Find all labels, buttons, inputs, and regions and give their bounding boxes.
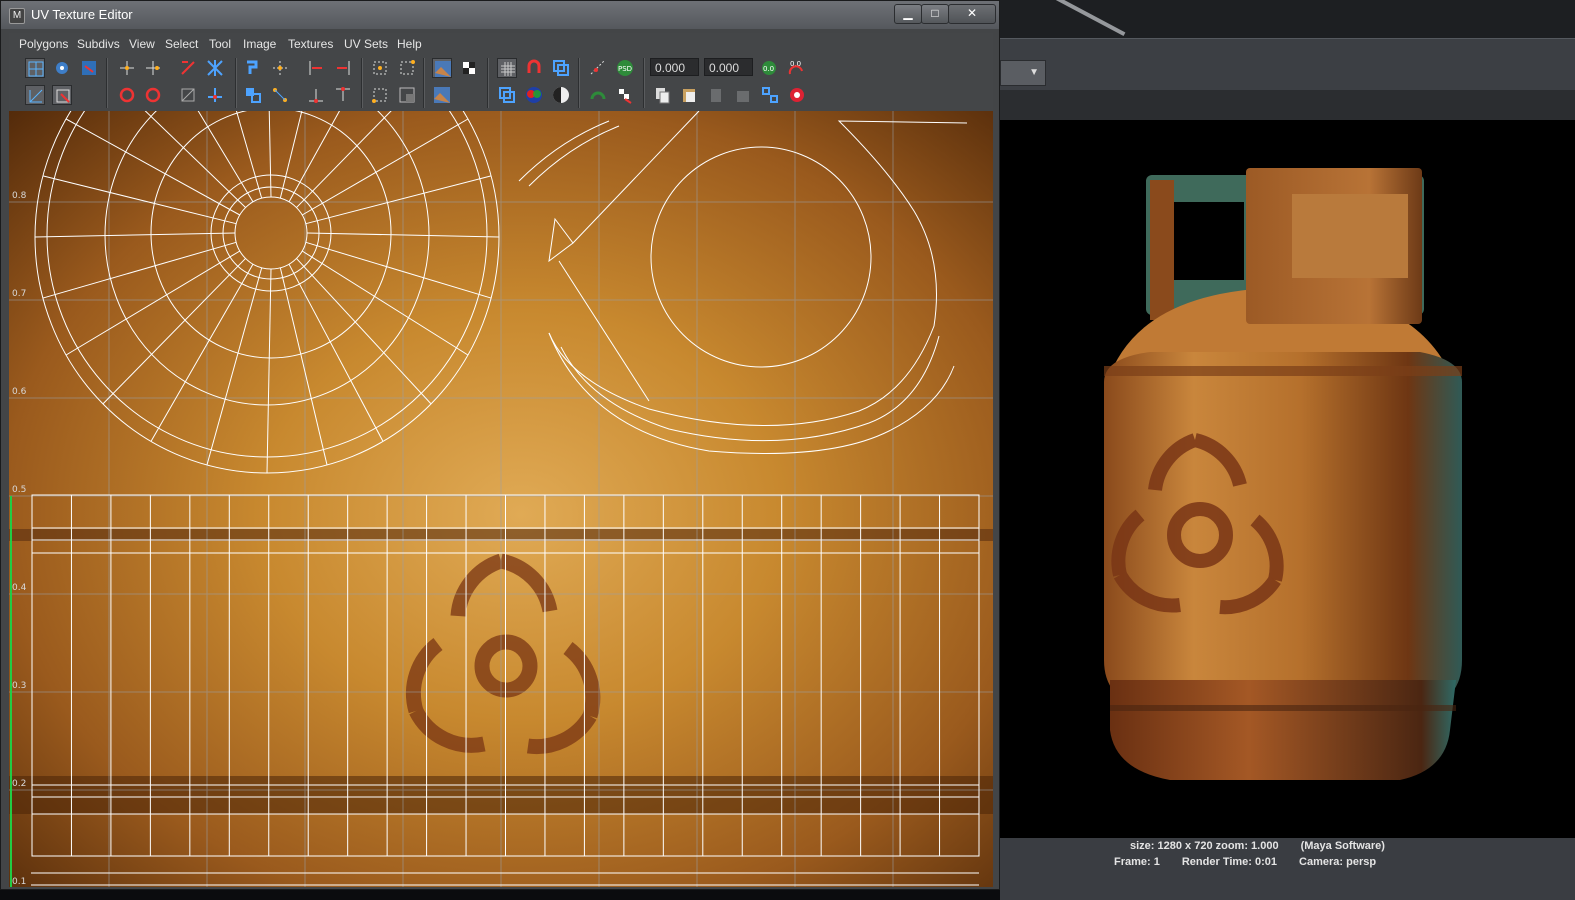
cut-uv-icon[interactable] (205, 58, 225, 78)
image-range-icon[interactable] (432, 85, 452, 105)
align-right-icon[interactable] (333, 58, 353, 78)
uv-smudge-icon[interactable] (79, 58, 99, 78)
checker-tile-icon[interactable] (615, 85, 635, 105)
desktop-background (1000, 0, 1575, 38)
close-button[interactable]: ✕ (948, 4, 996, 24)
menu-view[interactable]: View (129, 37, 155, 51)
uv-texture-display (9, 111, 993, 887)
v-axis-label: 0.5 (12, 485, 27, 495)
render-view-strip (1000, 90, 1575, 120)
uv-lattice-icon[interactable] (25, 58, 45, 78)
snap-icon[interactable] (524, 58, 544, 78)
v-axis-label: 0.7 (12, 289, 27, 299)
uv-editor-canvas[interactable]: 0.8 0.7 0.6 0.5 0.4 0.3 0.2 0.1 (9, 111, 993, 887)
menu-tool[interactable]: Tool (209, 37, 231, 51)
chevron-down-icon: ▼ (1029, 67, 1039, 78)
menu-uv-sets[interactable]: UV Sets (344, 37, 388, 51)
grid-icon[interactable] (497, 58, 517, 78)
window-title: UV Texture Editor (31, 7, 133, 22)
gas-cylinder-render (1104, 168, 1462, 780)
maximize-button[interactable]: □ (921, 4, 949, 24)
maya-app-icon: M (9, 8, 25, 24)
uv-sculpt-icon[interactable] (25, 85, 45, 105)
menu-textures[interactable]: Textures (288, 37, 333, 51)
v-axis-label: 0.2 (12, 779, 27, 789)
normalize-icon[interactable] (178, 85, 198, 105)
copy-uv-icon[interactable] (652, 85, 672, 105)
toolbar-separator (423, 58, 424, 108)
v-axis-label: 0.3 (12, 681, 27, 691)
toolbar-separator (643, 58, 644, 108)
paste-u-icon[interactable] (706, 85, 726, 105)
texture-borders-icon[interactable] (397, 85, 417, 105)
menu-subdivs[interactable]: Subdivs (77, 37, 120, 51)
v-axis-label: 0.8 (12, 191, 27, 201)
v-axis-label: 0.4 (12, 583, 27, 593)
uv-move-icon[interactable] (52, 58, 72, 78)
rotate-ccw-icon[interactable] (178, 58, 198, 78)
uv-toolbar: PSD 0.000 0.000 0.0 0.0 (9, 55, 993, 111)
select-shell-icon[interactable] (370, 58, 390, 78)
checker-icon[interactable] (459, 58, 479, 78)
toolbar-separator (361, 58, 362, 108)
menu-select[interactable]: Select (165, 37, 198, 51)
rotate-cw-icon[interactable] (117, 85, 137, 105)
shaded-uv-icon[interactable] (588, 58, 608, 78)
rgb-channel-icon[interactable] (524, 85, 544, 105)
dim-image-icon[interactable] (497, 85, 517, 105)
sew-uv-icon[interactable] (243, 58, 263, 78)
render-viewport (1000, 120, 1575, 838)
menu-polygons[interactable]: Polygons (19, 37, 68, 51)
swirl-uv-icon[interactable] (588, 85, 608, 105)
stack-icon[interactable] (306, 85, 326, 105)
v-axis-label: 0.6 (12, 387, 27, 397)
paste-v-icon[interactable] (733, 85, 753, 105)
alpha-channel-icon[interactable] (551, 85, 571, 105)
flip-v-icon[interactable] (143, 58, 163, 78)
render-time-text: Render Time: 0:01 (1181, 856, 1278, 868)
renderer-name-text: (Maya Software) (1300, 840, 1385, 852)
v-axis-label: 0.1 (12, 877, 27, 887)
isolate-icon[interactable] (551, 58, 571, 78)
camera-text: Camera: persp (1299, 856, 1377, 868)
toolbar-separator (235, 58, 236, 108)
render-status-bar: size: 1280 x 720 zoom: 1.000 (Maya Softwa… (1000, 838, 1575, 900)
straighten-icon[interactable] (205, 85, 225, 105)
merge-uv-icon[interactable] (270, 85, 290, 105)
toolbar-separator (106, 58, 107, 108)
distribute-icon[interactable] (333, 85, 353, 105)
frame-text: Frame: 1 (1114, 856, 1160, 868)
psd-icon[interactable]: PSD (615, 58, 635, 78)
paste-uv-icon[interactable] (679, 85, 699, 105)
rotate-ccw2-icon[interactable] (143, 85, 163, 105)
uv-texture-editor-window: M UV Texture Editor ▁ □ ✕ Polygons Subdi… (0, 0, 1000, 890)
toolbar-separator (487, 58, 488, 108)
align-left-icon[interactable] (306, 58, 326, 78)
minimize-button[interactable]: ▁ (894, 4, 922, 24)
render-camera-dropdown[interactable]: ▼ (1000, 60, 1046, 86)
v-value-field[interactable]: 0.000 (704, 58, 753, 76)
unfold-icon[interactable] (52, 85, 72, 105)
svg-text:PSD: PSD (618, 65, 632, 73)
texel-density-icon[interactable] (787, 85, 807, 105)
svg-text:0.0: 0.0 (763, 65, 774, 73)
unfold-shell-icon[interactable] (370, 85, 390, 105)
display-image-icon[interactable] (432, 58, 452, 78)
menu-image[interactable]: Image (243, 37, 276, 51)
pixel-snap-icon[interactable]: 0.0 (786, 58, 806, 78)
toolbar-separator (578, 58, 579, 108)
cut-edge-icon[interactable] (243, 85, 263, 105)
menu-bar: Polygons Subdivs View Select Tool Image … (9, 33, 993, 55)
layout-icon[interactable] (270, 58, 290, 78)
flip-u-icon[interactable] (117, 58, 137, 78)
reset-uv-icon[interactable]: 0.0 (759, 58, 779, 78)
u-value-field[interactable]: 0.000 (650, 58, 699, 76)
title-bar[interactable]: M UV Texture Editor ▁ □ ✕ (1, 1, 999, 29)
select-border-icon[interactable] (397, 58, 417, 78)
render-size-text: size: 1280 x 720 zoom: 1.000 (1130, 840, 1279, 852)
uv-set-editor-icon[interactable] (760, 85, 780, 105)
menu-help[interactable]: Help (397, 37, 422, 51)
render-view-toolbar (1000, 38, 1575, 91)
